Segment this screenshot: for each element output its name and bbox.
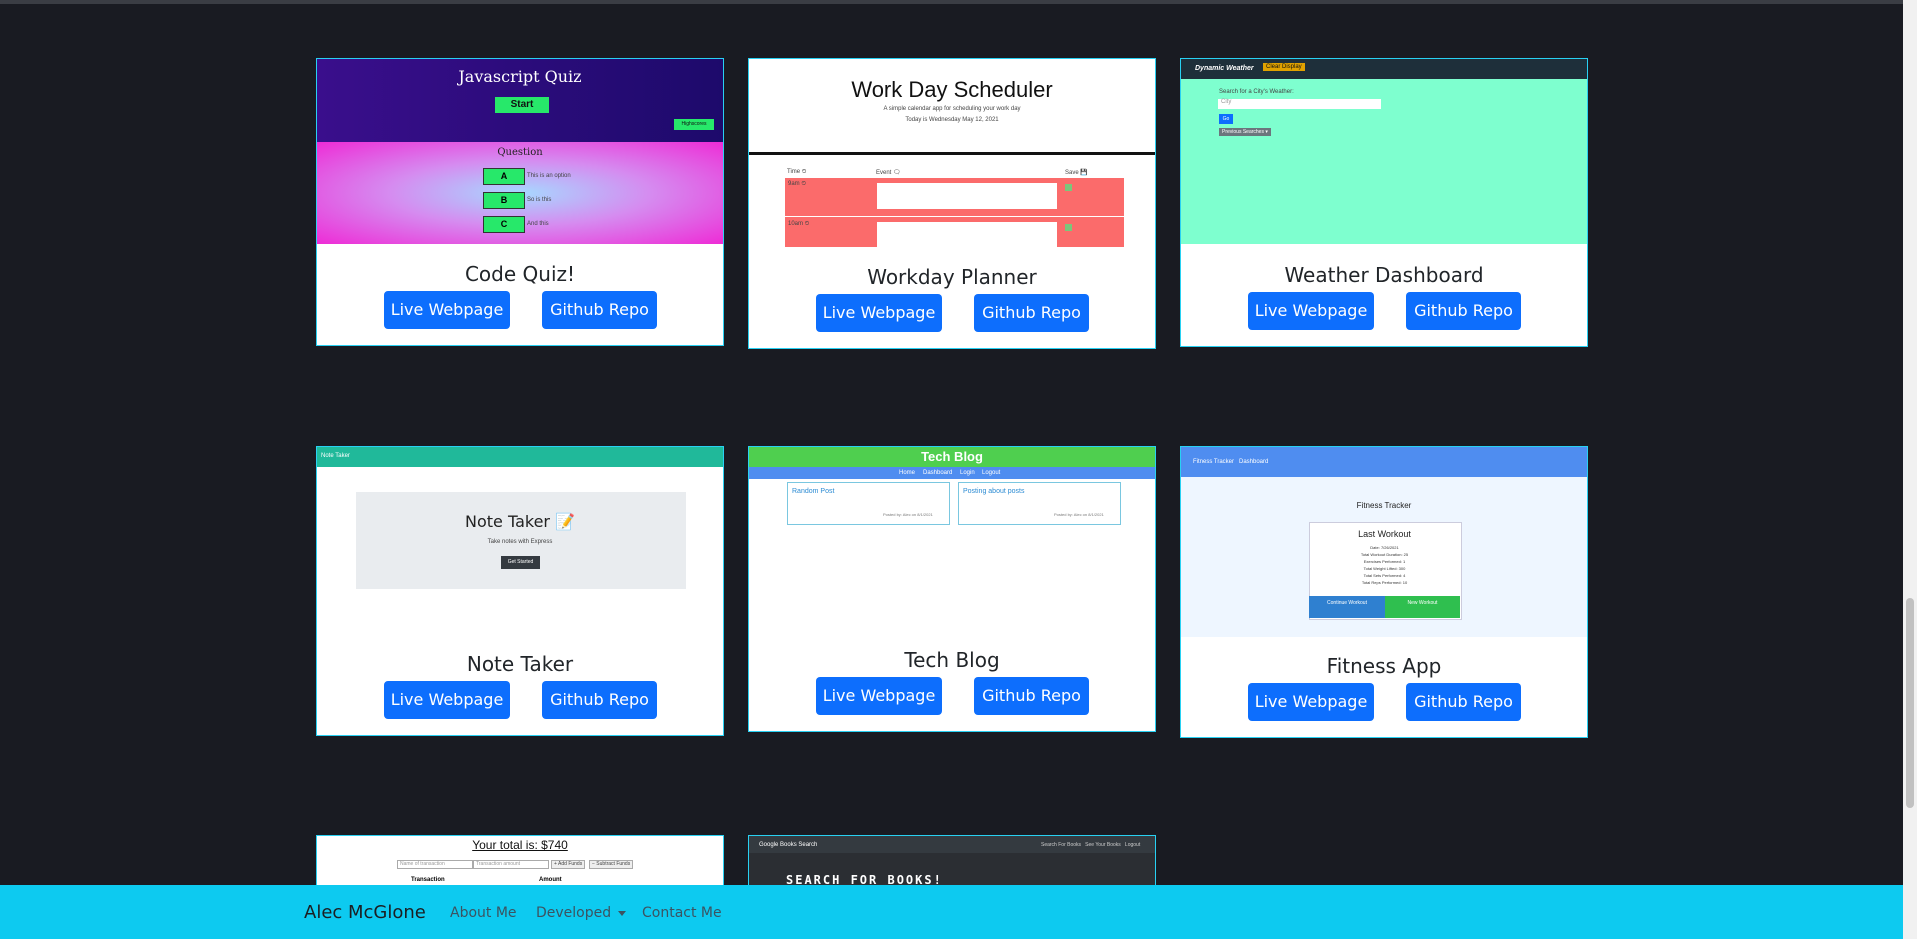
preview-option-c: C	[483, 216, 525, 233]
github-repo-button[interactable]: Github Repo	[542, 681, 657, 719]
preview-start: Start	[495, 97, 549, 113]
live-webpage-button[interactable]: Live Webpage	[1248, 292, 1374, 330]
preview-option-b-text: So is this	[527, 197, 552, 203]
preview-name-input: Name of transaction	[397, 860, 473, 869]
preview-col-amount: Amount	[539, 877, 562, 883]
preview-row-9am: 9am ⏲	[788, 181, 807, 187]
preview-new-workout: New Workout	[1385, 596, 1460, 618]
card-title: Note Taker	[466, 652, 574, 676]
preview-option-b: B	[483, 192, 525, 209]
project-card-fitness-app: Fitness Tracker Dashboard Fitness Tracke…	[1180, 446, 1588, 738]
github-repo-button[interactable]: Github Repo	[974, 677, 1089, 715]
preview-heading: Javascript Quiz	[458, 67, 582, 86]
preview-get-started: Get Started	[501, 556, 540, 569]
card-title: Weather Dashboard	[1284, 263, 1484, 287]
preview-continue-workout: Continue Workout	[1309, 596, 1385, 618]
top-edge	[0, 0, 1917, 4]
preview-heading: Dynamic Weather	[1195, 65, 1254, 72]
caret-down-icon	[617, 910, 626, 916]
preview-total: Your total is: $740	[472, 838, 568, 852]
preview-heading: Fitness Tracker	[1356, 501, 1412, 510]
preview-clear: Clear Display	[1263, 63, 1305, 71]
card-title: Fitness App	[1326, 654, 1442, 678]
preview-col-save: Save 💾	[1065, 170, 1088, 176]
live-webpage-button[interactable]: Live Webpage	[816, 294, 942, 332]
preview-nav-logout: Logout	[982, 470, 1001, 476]
live-webpage-button[interactable]: Live Webpage	[384, 291, 510, 329]
preview-nav-home: Home	[899, 470, 916, 476]
preview-nav-dashboard: Dashboard	[1239, 459, 1269, 465]
project-card-code-quiz: Javascript Quiz Start Highscores Questio…	[316, 58, 724, 346]
preview-stat: Date: 7/26/2021	[1370, 545, 1399, 550]
preview-nav-dashboard: Dashboard	[923, 470, 953, 476]
scrollbar-thumb[interactable]	[1906, 598, 1914, 808]
project-card-note-taker: Note Taker Note Taker 📝 Take notes with …	[316, 446, 724, 736]
nav-developed-label: Developed	[536, 905, 612, 921]
preview-previous-searches: Previous Searches ▾	[1219, 128, 1271, 136]
preview-nav-login: Login	[960, 470, 975, 476]
preview-col-event: Event 🗨	[876, 170, 901, 176]
brand-link[interactable]: Alec McGlone	[304, 902, 426, 923]
preview-option-a-text: This is an option	[527, 173, 571, 179]
card-title: Tech Blog	[904, 648, 1000, 672]
preview-question: Question	[497, 147, 543, 158]
preview-stat: Total Workout Duration: 25	[1360, 552, 1409, 557]
tech-blog-preview: Tech Blog Home Dashboard Login Logout Ra…	[749, 447, 1155, 637]
preview-go: Go	[1219, 114, 1233, 124]
preview-subtitle: Take notes with Express	[487, 539, 553, 545]
preview-post-meta: Posted by: Alec on 8/1/2021	[1054, 512, 1104, 517]
weather-dashboard-preview: Dynamic Weather Clear Display Search for…	[1181, 59, 1587, 244]
preview-heading: Work Day Scheduler	[851, 77, 1053, 102]
github-repo-button[interactable]: Github Repo	[542, 291, 657, 329]
preview-post-title: Random Post	[792, 488, 835, 495]
github-repo-button[interactable]: Github Repo	[1406, 683, 1521, 721]
github-repo-button[interactable]: Github Repo	[1406, 292, 1521, 330]
project-card-weather-dashboard: Dynamic Weather Clear Display Search for…	[1180, 58, 1588, 347]
preview-date: Today is Wednesday May 12, 2021	[905, 117, 999, 123]
nav-contact-me[interactable]: Contact Me	[642, 905, 722, 921]
preview-heading: Note Taker 📝	[464, 512, 575, 531]
note-taker-preview: Note Taker Note Taker 📝 Take notes with …	[317, 447, 723, 637]
preview-post-meta: Posted by: Alec on 8/1/2021	[883, 512, 933, 517]
preview-stat: Exercises Performed: 1	[1363, 559, 1406, 564]
preview-brand: Google Books Search	[759, 842, 818, 848]
preview-col-transaction: Transaction	[411, 877, 445, 883]
nav-about-me[interactable]: About Me	[450, 905, 517, 921]
preview-stat: Total Sets Performed: 4	[1363, 573, 1406, 578]
preview-subtitle: A simple calendar app for scheduling you…	[883, 106, 1021, 112]
preview-city-input: City	[1218, 99, 1381, 109]
live-webpage-button[interactable]: Live Webpage	[1248, 683, 1374, 721]
preview-nav: Note Taker	[321, 453, 350, 459]
preview-search-label: Search for a City's Weather:	[1219, 89, 1294, 95]
preview-stat: Total Reps Performed: 10	[1361, 580, 1408, 585]
nav-developed-dropdown[interactable]: Developed	[536, 905, 626, 921]
preview-nav-tracker: Fitness Tracker	[1193, 459, 1235, 465]
preview-subtract-funds: − Subtract Funds	[589, 860, 634, 869]
code-quiz-preview: Javascript Quiz Start Highscores Questio…	[317, 59, 723, 244]
preview-option-c-text: And this	[527, 221, 549, 227]
github-repo-button[interactable]: Github Repo	[974, 294, 1089, 332]
preview-last-workout: Last Workout	[1358, 529, 1411, 539]
preview-post-title: Posting about posts	[963, 488, 1025, 495]
footer-navbar: Alec McGlone About Me Developed Contact …	[0, 885, 1903, 939]
preview-col-time: Time ⏲	[787, 169, 807, 175]
preview-stat: Total Weight Lifted: 300	[1363, 566, 1406, 571]
project-card-tech-blog: Tech Blog Home Dashboard Login Logout Ra…	[748, 446, 1156, 732]
preview-add-funds: + Add Funds	[551, 860, 586, 869]
live-webpage-button[interactable]: Live Webpage	[816, 677, 942, 715]
preview-links: Search For Books See Your Books Logout	[1041, 842, 1141, 848]
workday-planner-preview: Work Day Scheduler A simple calendar app…	[749, 59, 1155, 247]
card-title: Code Quiz!	[464, 262, 576, 286]
preview-option-a: A	[483, 168, 525, 185]
fitness-app-preview: Fitness Tracker Dashboard Fitness Tracke…	[1181, 447, 1587, 637]
live-webpage-button[interactable]: Live Webpage	[384, 681, 510, 719]
project-card-workday-planner: Work Day Scheduler A simple calendar app…	[748, 58, 1156, 349]
preview-amount-input: Transaction amount	[473, 860, 549, 869]
preview-row-10am: 10am ⏲	[788, 221, 810, 227]
preview-highscores: Highscores	[674, 119, 714, 130]
preview-heading: Tech Blog	[921, 449, 983, 464]
card-title: Workday Planner	[867, 265, 1037, 289]
